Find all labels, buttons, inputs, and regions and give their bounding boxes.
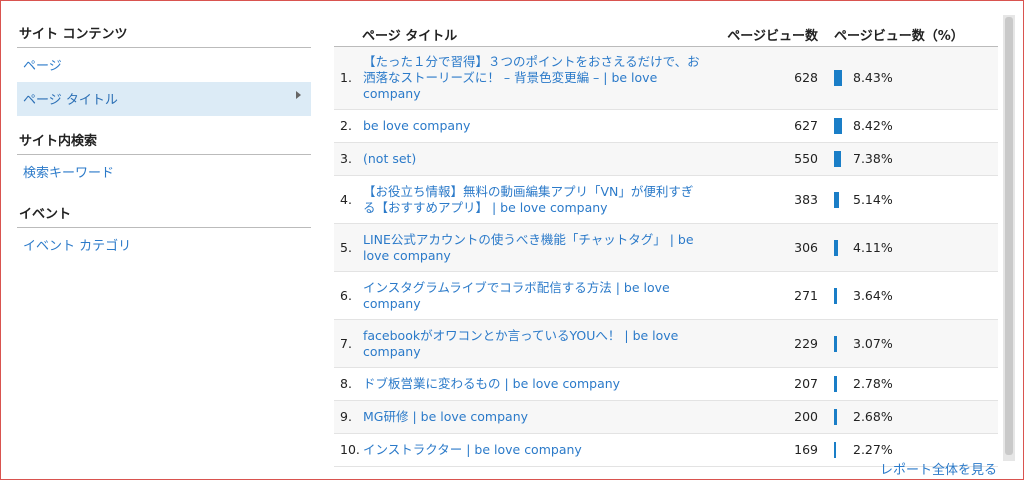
pageview-count: 383: [794, 191, 818, 207]
pageview-count: 271: [794, 287, 818, 303]
pageview-percent: 3.07%: [853, 335, 893, 351]
pageview-percent: 2.78%: [853, 376, 893, 391]
table-body: 1. 【たった１分で習得】３つのポイントをおさえるだけで、お洒落なストーリーズに！…: [334, 47, 998, 467]
page-title-link[interactable]: facebookがオワコンとか言っているYOUへ！ | be love comp…: [363, 328, 703, 360]
column-header-title[interactable]: ページ タイトル: [362, 25, 457, 44]
percent-bar: [834, 239, 838, 256]
page-title-link[interactable]: 【たった１分で習得】３つのポイントをおさえるだけで、お洒落なストーリーズに！ –…: [363, 54, 703, 102]
row-number: 1.: [340, 70, 352, 85]
sidebar-item-label: ページ: [23, 59, 62, 74]
table-row: 4. 【お役立ち情報】無料の動画編集アプリ「VN」が便利すぎる【おすすめアプリ】 …: [334, 176, 998, 224]
sidebar-section-heading: サイト コンテンツ: [17, 19, 311, 48]
table-row: 1. 【たった１分で習得】３つのポイントをおさえるだけで、お洒落なストーリーズに！…: [334, 47, 998, 110]
row-number: 7.: [340, 335, 352, 351]
row-number: 5.: [340, 239, 352, 255]
row-number: 3.: [340, 151, 352, 166]
column-header-percent[interactable]: ページビュー数（%）: [834, 25, 964, 44]
pageview-count: 169: [794, 442, 818, 457]
percent-bar: [834, 409, 837, 425]
table-header: ページ タイトル ページビュー数 ページビュー数（%）: [334, 19, 998, 47]
sidebar-item-label: イベント カテゴリ: [23, 239, 132, 254]
page-title-link[interactable]: インスタグラムライブでコラボ配信する方法 | be love company: [363, 280, 703, 312]
pageview-percent: 7.38%: [853, 151, 893, 166]
pageview-count: 628: [794, 70, 818, 85]
pageview-percent: 3.64%: [853, 287, 893, 303]
percent-bar: [834, 287, 837, 304]
percent-bar: [834, 151, 841, 167]
pageview-percent: 5.14%: [853, 191, 893, 207]
table-row: 6. インスタグラムライブでコラボ配信する方法 | be love company…: [334, 272, 998, 320]
sidebar-section-heading: サイト内検索: [17, 126, 311, 155]
table-row: 3. (not set) 550 7.38%: [334, 143, 998, 176]
page-title-link[interactable]: (not set): [363, 151, 703, 167]
pageview-count: 200: [794, 409, 818, 424]
sidebar-item-label: ページ タイトル: [23, 93, 118, 108]
row-number: 2.: [340, 118, 352, 133]
vertical-scrollbar[interactable]: [1003, 15, 1015, 461]
sidebar-section-heading: イベント: [17, 199, 311, 228]
percent-bar: [834, 376, 837, 392]
pageview-percent: 8.43%: [853, 70, 893, 85]
table-row: 8. ドブ板営業に変わるもの | be love company 207 2.78%: [334, 368, 998, 401]
view-full-report-link[interactable]: レポート全体を見る: [880, 459, 997, 478]
row-number: 6.: [340, 287, 352, 303]
sidebar-item[interactable]: ページ: [17, 48, 311, 82]
percent-bar: [834, 335, 837, 352]
page-title-link[interactable]: MG研修 | be love company: [363, 409, 703, 425]
percent-bar: [834, 191, 839, 208]
sidebar-item[interactable]: ページ タイトル: [17, 82, 311, 116]
pageview-percent: 2.68%: [853, 409, 893, 424]
row-number: 8.: [340, 376, 352, 391]
scrollbar-thumb[interactable]: [1005, 17, 1013, 455]
column-header-views[interactable]: ページビュー数: [727, 25, 818, 44]
pageview-count: 306: [794, 239, 818, 255]
pageview-percent: 2.27%: [853, 442, 893, 457]
sidebar-item[interactable]: 検索キーワード: [17, 155, 311, 189]
row-number: 4.: [340, 191, 352, 207]
sidebar-item[interactable]: イベント カテゴリ: [17, 228, 311, 262]
percent-bar: [834, 442, 836, 458]
pageview-count: 550: [794, 151, 818, 166]
percent-bar: [834, 70, 842, 86]
report-sidebar: サイト コンテンツページページ タイトルサイト内検索検索キーワードイベントイベン…: [17, 19, 311, 262]
pageview-count: 207: [794, 376, 818, 391]
table-row: 9. MG研修 | be love company 200 2.68%: [334, 401, 998, 434]
report-table: ページ タイトル ページビュー数 ページビュー数（%） 1. 【たった１分で習得】…: [334, 19, 998, 467]
chevron-right-icon: [296, 91, 301, 99]
percent-bar: [834, 118, 842, 134]
row-number: 10.: [340, 442, 360, 457]
page-title-link[interactable]: be love company: [363, 118, 703, 134]
page-title-link[interactable]: ドブ板営業に変わるもの | be love company: [363, 376, 703, 392]
page-title-link[interactable]: LINE公式アカウントの使うべき機能「チャットタグ」 | be love com…: [363, 232, 703, 264]
table-row: 2. be love company 627 8.42%: [334, 110, 998, 143]
table-row: 5. LINE公式アカウントの使うべき機能「チャットタグ」 | be love c…: [334, 224, 998, 272]
pageview-count: 627: [794, 118, 818, 133]
pageview-percent: 8.42%: [853, 118, 893, 133]
row-number: 9.: [340, 409, 352, 424]
pageview-percent: 4.11%: [853, 239, 893, 255]
page-title-link[interactable]: 【お役立ち情報】無料の動画編集アプリ「VN」が便利すぎる【おすすめアプリ】 | …: [363, 184, 703, 216]
sidebar-item-label: 検索キーワード: [23, 166, 115, 181]
pageview-count: 229: [794, 335, 818, 351]
table-row: 7. facebookがオワコンとか言っているYOUへ！ | be love co…: [334, 320, 998, 368]
page-title-link[interactable]: インストラクター | be love company: [363, 442, 703, 458]
